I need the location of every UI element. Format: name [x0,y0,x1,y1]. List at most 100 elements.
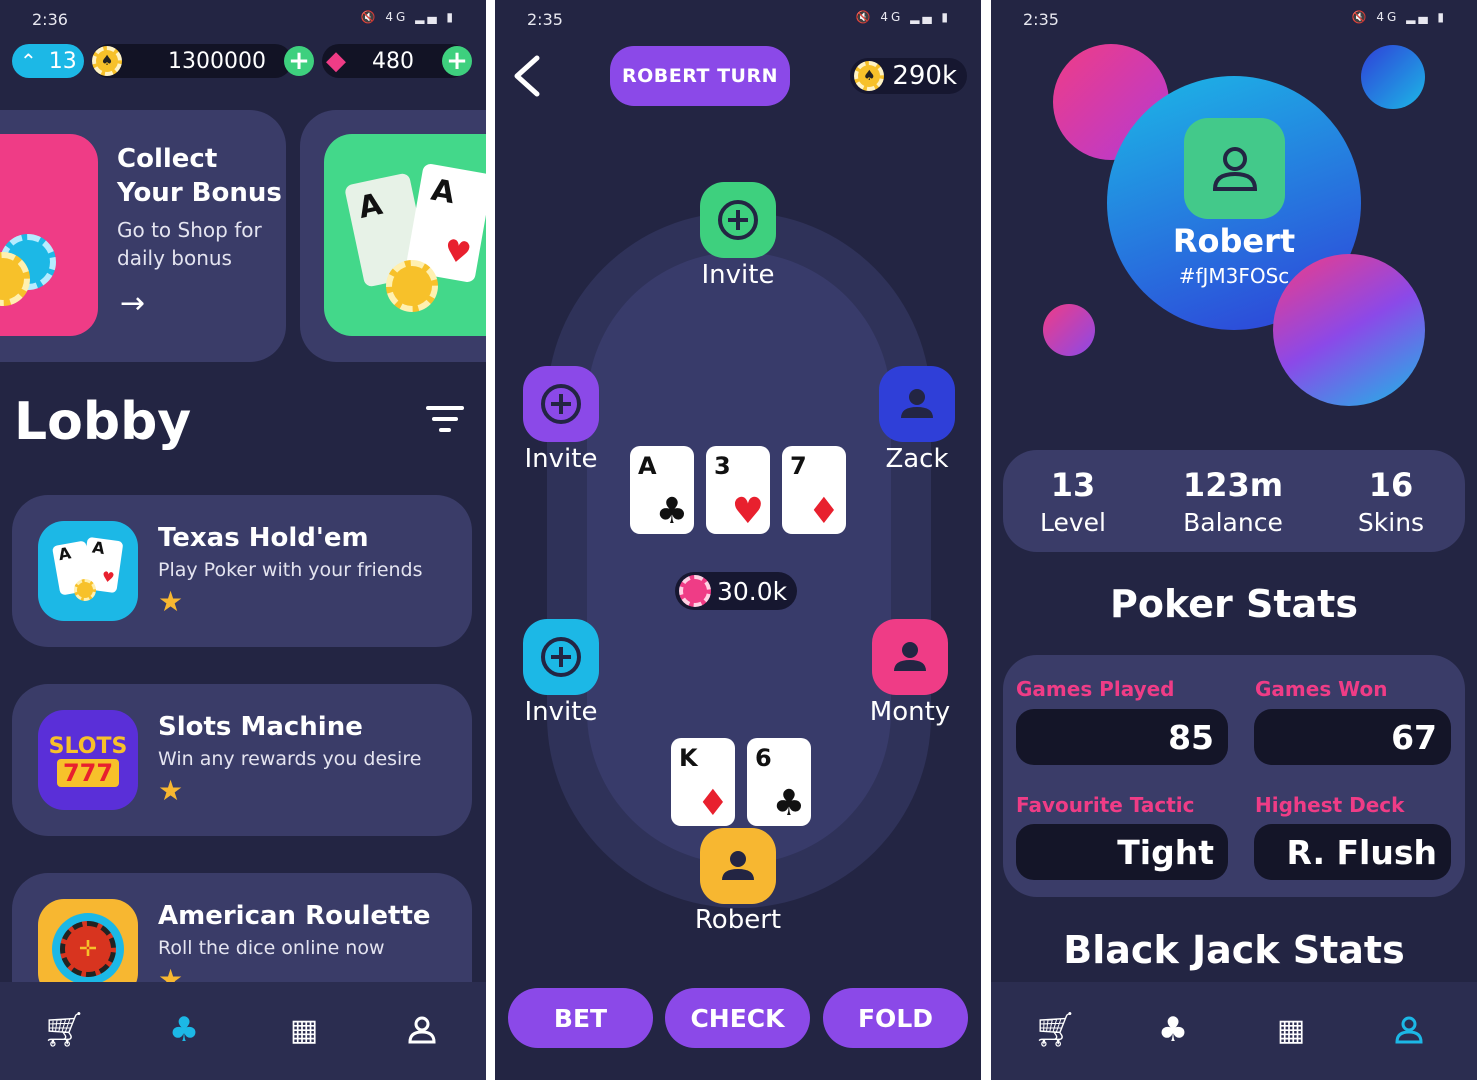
game-subtitle: Play Poker with your friends [158,559,423,581]
games-won-label: Games Won [1255,677,1388,701]
card-rank: 7 [790,452,807,480]
banner-subtitle-line1: Go to Shop for [117,218,262,242]
favourite-tactic-label: Favourite Tactic [1016,793,1195,817]
grid-icon[interactable]: ▦ [280,1006,328,1054]
add-coins-button[interactable]: + [284,46,314,76]
seat-label-robert: Robert [694,905,782,935]
level-badge[interactable]: ⌃ 13 [12,44,84,78]
game-card-texas-holdem[interactable]: A A ♥ Texas Hold'em Play Poker with your … [12,495,472,647]
highest-deck-value: R. Flush [1254,824,1451,880]
add-gems-button[interactable]: + [442,46,472,76]
poker-table-screen: 2:35 🔇 4G ▂▄ ▮ ROBERT TURN ♠ 290k Invite… [495,0,981,1080]
poker-stats-card: Games Played 85 Games Won 67 Favourite T… [1003,655,1465,897]
bonus-banner[interactable]: Collect Your Bonus Go to Shop for daily … [0,110,286,362]
back-arrow-icon[interactable] [507,54,547,98]
cart-icon[interactable]: 🛒︎ [1031,1006,1079,1054]
user-icon [1212,146,1257,191]
user-id: #fJM3FOSc [1178,264,1290,288]
stat-skins: 16 Skins [1321,466,1461,537]
texas-holdem-icon: A A ♥ [38,521,138,621]
coins-pill: ♠ 1300000 [92,44,292,78]
community-card-3: 7 ♦ [782,446,846,534]
coin-icon: ♠ [92,46,122,76]
cart-icon[interactable]: 🛒︎ [40,1006,88,1054]
plus-circle-icon [718,200,758,240]
community-card-2: 3 ♥ [706,446,770,534]
seat-label-zack: Zack [885,444,949,474]
game-title: Slots Machine [158,712,363,742]
banner-title: Collect Your Bonus [117,142,282,210]
profile-icon[interactable] [1385,1006,1433,1054]
card-rank: A [638,452,657,480]
invite-seat-left-bottom[interactable] [523,619,599,695]
poker-stats-title: Poker Stats [1110,582,1358,626]
status-bar: 2:36 🔇 4G ▂▄ ▮ [0,8,486,32]
arrow-right-icon[interactable]: → [120,286,145,321]
star-icon: ★ [158,774,184,807]
fold-button[interactable]: FOLD [823,988,968,1048]
filter-icon[interactable] [426,406,464,436]
stat-balance: 123m Balance [1163,466,1303,537]
poker-table-felt [587,252,891,864]
lobby-screen: 2:36 🔇 4G ▂▄ ▮ ⌃ 13 ♠ 1300000 + ◆ 480 + … [0,0,486,1080]
stat-value: 16 [1368,466,1414,504]
card-suit: ♦ [696,783,729,824]
bonus-image [0,134,98,336]
player-seat-zack[interactable] [879,366,955,442]
hand-card-1[interactable]: K ♦ [671,738,735,826]
card-rank: 3 [714,452,731,480]
pot-amount: 30.0k [675,572,797,610]
user-icon [894,642,926,671]
slots-icon-top-text: SLOTS [48,733,128,759]
status-time: 2:36 [32,10,68,29]
game-card-slots-machine[interactable]: SLOTS 777 Slots Machine Win any rewards … [12,684,472,836]
coin-icon: ♠ [854,61,885,91]
username: Robert [1172,222,1296,260]
profile-screen: 2:35 🔇 4G ▂▄ ▮ Robert #fJM3FOSc 13 Level… [991,0,1477,1080]
coins-value: 1300000 [168,48,266,74]
club-icon[interactable]: ♣ [160,1006,208,1054]
gold-chip-icon [386,260,438,312]
hand-card-2[interactable]: 6 ♣ [747,738,811,826]
blackjack-stats-title: Black Jack Stats [1063,928,1405,972]
rank-chevron-icon: ⌃ [20,49,37,73]
poker-banner[interactable]: A A ♥ [300,110,486,362]
decor-bubble [1043,304,1095,356]
highest-deck-label: Highest Deck [1255,793,1405,817]
status-icons: 🔇 4G ▂▄ ▮ [1351,10,1447,24]
profile-stats-bar: 13 Level 123m Balance 16 Skins [1003,450,1465,552]
banner-subtitle: Go to Shop for daily bonus [117,216,262,272]
banner-title-line2: Your Bonus [117,178,282,208]
stat-label: Skins [1357,508,1425,537]
grid-icon[interactable]: ▦ [1267,1006,1315,1054]
games-played-label: Games Played [1016,677,1175,701]
status-bar: 2:35 🔇 4G ▂▄ ▮ [495,8,981,32]
status-bar: 2:35 🔇 4G ▂▄ ▮ [991,8,1477,32]
stat-level: 13 Level [1003,466,1143,537]
check-button[interactable]: CHECK [665,988,810,1048]
player-seat-monty[interactable] [872,619,948,695]
avatar[interactable] [1184,118,1285,219]
card-rank: K [679,744,698,772]
stat-label: Level [1040,508,1106,537]
game-subtitle: Roll the dice online now [158,937,385,959]
bet-button[interactable]: BET [508,988,653,1048]
user-icon [722,851,754,880]
lobby-title: Lobby [14,392,192,452]
game-title: Texas Hold'em [158,523,369,553]
invite-seat-top[interactable] [700,182,776,258]
poker-banner-image: A A ♥ [324,134,486,336]
card-suit: ♣ [655,491,688,532]
gem-icon: ◆ [326,46,346,76]
club-icon[interactable]: ♣ [1149,1006,1197,1054]
invite-seat-left-top[interactable] [523,366,599,442]
banner-subtitle-line2: daily bonus [117,246,232,270]
player-seat-robert[interactable] [700,828,776,904]
decor-bubble [1361,45,1425,109]
pot-value: 30.0k [717,576,788,606]
card-suit: ♣ [772,783,805,824]
stat-value: 13 [1050,466,1096,504]
status-icons: 🔇 4G ▂▄ ▮ [855,10,951,24]
bottom-nav: 🛒︎ ♣ ▦ [991,982,1477,1080]
profile-icon[interactable] [398,1006,446,1054]
